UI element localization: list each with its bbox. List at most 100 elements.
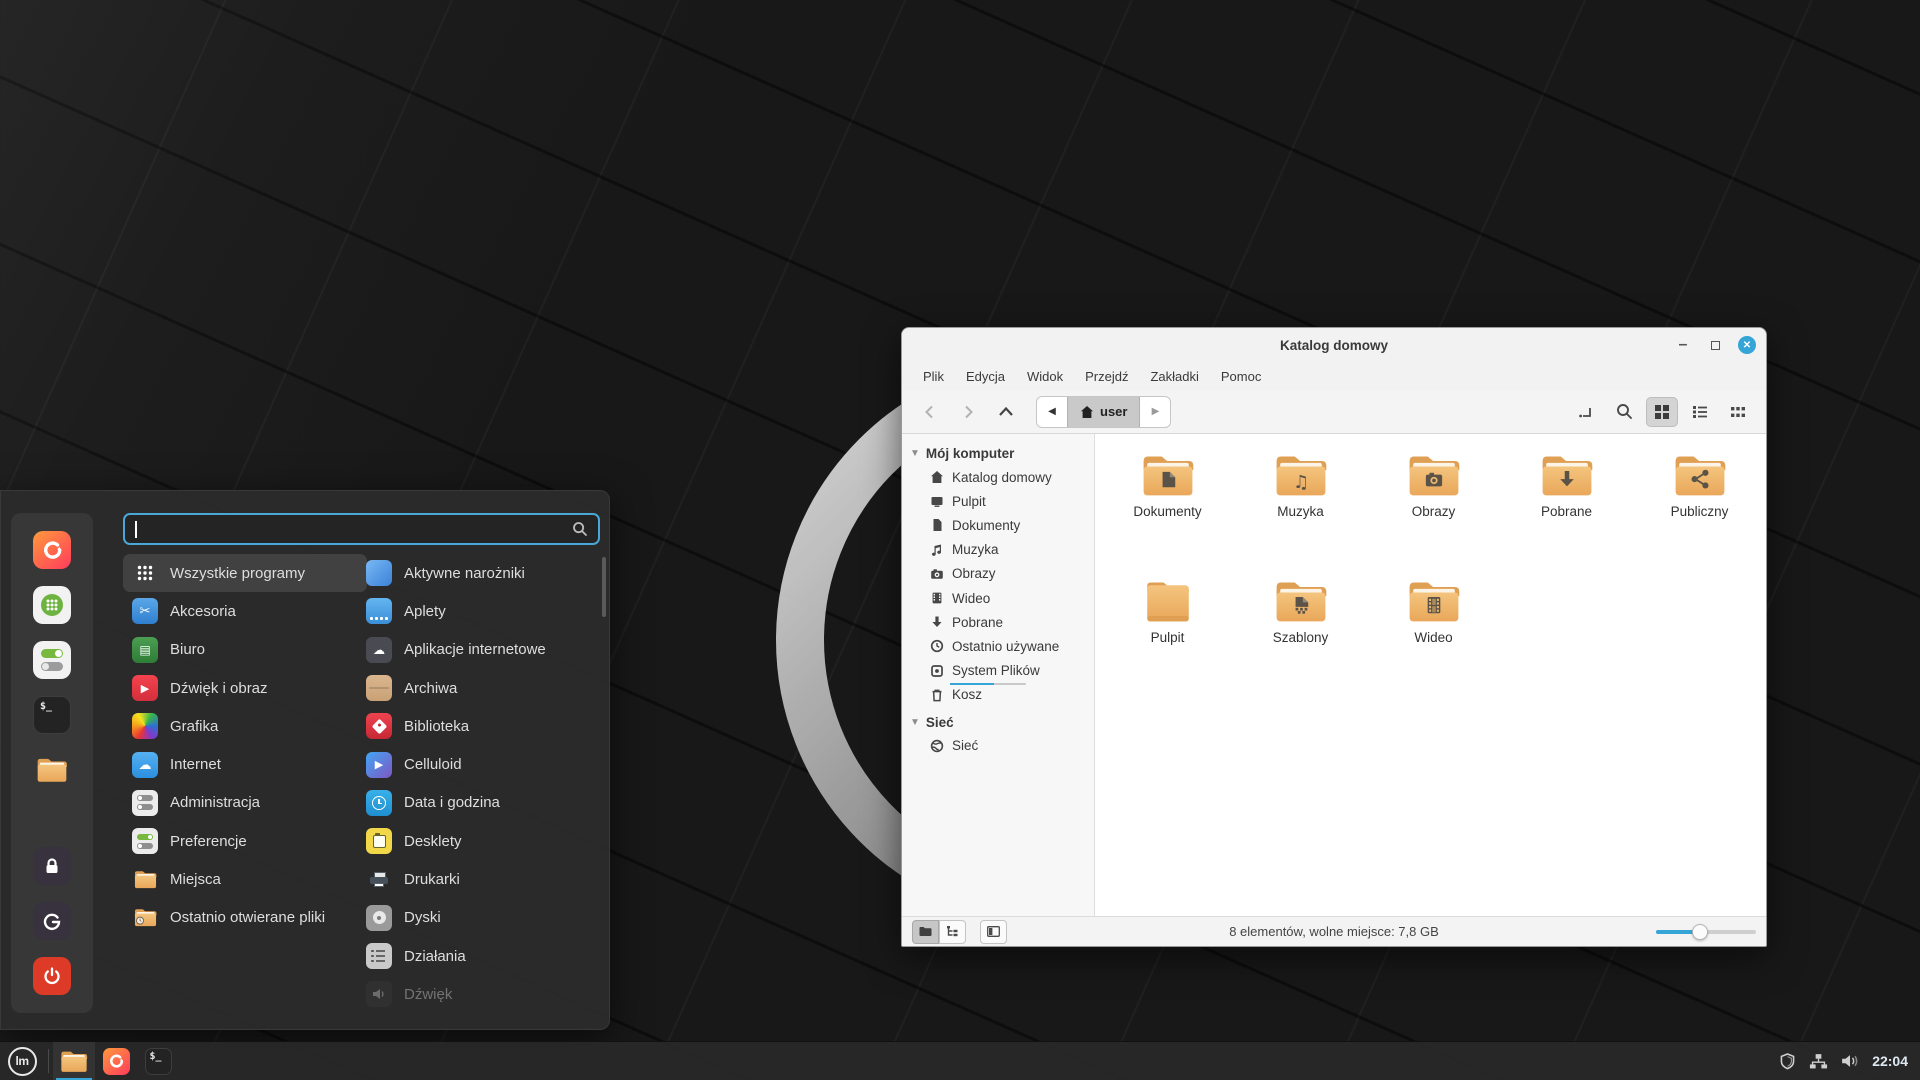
app-archive[interactable]: Archiwa xyxy=(357,669,601,707)
app-webapps[interactable]: ☁ Aplikacje internetowe xyxy=(357,631,601,669)
software-manager-launcher[interactable] xyxy=(33,586,71,624)
window-title: Katalog domowy xyxy=(1279,337,1388,353)
app-printers[interactable]: Drukarki xyxy=(357,860,601,898)
breadcrumb-left-arrow[interactable]: ◀ xyxy=(1037,397,1067,427)
category-graphics[interactable]: Grafika xyxy=(123,707,367,745)
lock-screen-button[interactable] xyxy=(33,847,71,885)
titlebar[interactable]: Katalog domowy – ✕ xyxy=(902,328,1766,362)
network-wired-icon xyxy=(1810,1054,1828,1069)
folder-pobrane[interactable]: Pobrane xyxy=(1500,452,1633,578)
software-manager-icon xyxy=(41,594,63,616)
app-library[interactable]: Biblioteka xyxy=(357,707,601,745)
internet-icon: ☁ xyxy=(132,751,158,778)
category-preferences[interactable]: Preferencje xyxy=(123,822,367,860)
sidebar-item-dokumenty[interactable]: Dokumenty xyxy=(902,513,1094,537)
sidebar-item-siec[interactable]: Sieć xyxy=(902,734,1094,758)
sidebar-item-obrazy[interactable]: Obrazy xyxy=(902,562,1094,586)
menu-edycja[interactable]: Edycja xyxy=(957,366,1014,387)
category-accessories[interactable]: ✂ Akcesoria xyxy=(123,592,367,630)
menu-przejdz[interactable]: Przejdź xyxy=(1076,366,1137,387)
menu-plik[interactable]: Plik xyxy=(914,366,953,387)
close-button[interactable]: ✕ xyxy=(1738,336,1756,354)
network-tray-button[interactable] xyxy=(1809,1053,1828,1069)
sidebar-item-muzyka[interactable]: Muzyka xyxy=(902,538,1094,562)
app-list: Aktywne narożniki Aplety ☁ Aplikacje int… xyxy=(357,554,601,1014)
app-desklets[interactable]: Desklety xyxy=(357,822,601,860)
breadcrumb-right-arrow[interactable]: ▶ xyxy=(1140,397,1170,427)
folder-obrazy[interactable]: Obrazy xyxy=(1367,452,1500,578)
app-actions[interactable]: Działania xyxy=(357,937,601,975)
app-applets[interactable]: Aplety xyxy=(357,592,601,630)
app-celluloid[interactable]: ▶ Celluloid xyxy=(357,745,601,783)
forward-button[interactable] xyxy=(952,397,984,427)
menu-pomoc[interactable]: Pomoc xyxy=(1212,366,1270,387)
taskbar-terminal[interactable]: $_ xyxy=(137,1042,179,1080)
sidebar-item-pulpit[interactable]: Pulpit xyxy=(902,489,1094,513)
taskbar-firefox[interactable] xyxy=(95,1042,137,1080)
lock-screen-icon xyxy=(46,858,58,873)
back-button[interactable] xyxy=(914,397,946,427)
menu-button[interactable]: lm xyxy=(0,1042,44,1080)
file-grid[interactable]: Dokumenty Muzyka Obrazy Pobrane Publiczn… xyxy=(1095,434,1766,916)
sidebar-item-wideo[interactable]: Wideo xyxy=(902,586,1094,610)
sidebar-item-kosz[interactable]: Kosz xyxy=(902,683,1094,707)
sidebar-item-ostatnio-uzywane[interactable]: Ostatnio używane xyxy=(902,634,1094,658)
sidebar-section-my-computer[interactable]: ▼ Mój komputer xyxy=(902,442,1094,465)
grid-view-button[interactable] xyxy=(1646,396,1678,427)
system-settings-launcher[interactable] xyxy=(33,641,71,679)
category-internet[interactable]: ☁ Internet xyxy=(123,745,367,783)
folder-template-icon xyxy=(1272,578,1330,625)
system-settings-icon xyxy=(41,649,63,658)
terminal-launcher[interactable]: $_ xyxy=(33,696,71,734)
firewall-tray-button[interactable] xyxy=(1779,1052,1796,1070)
toggle-location-bar-button[interactable] xyxy=(1570,397,1602,427)
library-icon xyxy=(366,713,392,740)
folder-pulpit[interactable]: Pulpit xyxy=(1101,578,1234,704)
zoom-slider[interactable] xyxy=(1656,923,1756,940)
menu-zakladki[interactable]: Zakładki xyxy=(1141,366,1207,387)
logout-button[interactable] xyxy=(33,902,71,940)
app-hot-corners[interactable]: Aktywne narożniki xyxy=(357,554,601,592)
volume-tray-button[interactable] xyxy=(1841,1053,1859,1069)
menu-widok[interactable]: Widok xyxy=(1018,366,1072,387)
search-input[interactable] xyxy=(123,513,600,545)
panel-clock[interactable]: 22:04 xyxy=(1872,1053,1908,1069)
folder-wideo[interactable]: Wideo xyxy=(1367,578,1500,704)
firefox-launcher[interactable] xyxy=(33,531,71,569)
sidebar-item-system-plikow[interactable]: System Plików xyxy=(902,659,1094,685)
menu-scrollbar[interactable] xyxy=(602,557,606,617)
category-recent-files[interactable]: Ostatnio otwierane pliki xyxy=(123,899,367,937)
compact-view-button[interactable] xyxy=(1722,397,1754,427)
taskbar-files[interactable] xyxy=(53,1041,95,1080)
app-date-time[interactable]: Data i godzina xyxy=(357,784,601,822)
grid-view-icon xyxy=(1655,404,1669,419)
category-all-programs[interactable]: Wszystkie programy xyxy=(123,554,367,593)
category-office[interactable]: ▤ Biuro xyxy=(123,631,367,669)
applets-icon xyxy=(366,598,392,625)
shutdown-button[interactable] xyxy=(33,957,71,995)
sidebar-section-siec[interactable]: ▼ Sieć xyxy=(902,711,1094,734)
sidebar-item-katalog-domowy[interactable]: Katalog domowy xyxy=(902,465,1094,489)
folder-publiczny[interactable]: Publiczny xyxy=(1633,452,1766,578)
folder-dokumenty[interactable]: Dokumenty xyxy=(1101,452,1234,578)
category-administration[interactable]: Administracja xyxy=(123,784,367,822)
audio-video-icon: ▶ xyxy=(132,675,158,702)
folder-szablony[interactable]: Szablony xyxy=(1234,578,1367,704)
breadcrumb-current[interactable]: user xyxy=(1067,396,1141,427)
list-view-button[interactable] xyxy=(1684,397,1716,427)
app-sound[interactable]: Dźwięk xyxy=(357,975,601,1013)
slider-knob[interactable] xyxy=(1692,923,1708,940)
collapse-triangle-icon: ▼ xyxy=(910,448,920,459)
app-disks[interactable]: Dyski xyxy=(357,899,601,937)
sidebar-item-pobrane[interactable]: Pobrane xyxy=(902,610,1094,634)
files-icon xyxy=(59,1049,89,1074)
search-button[interactable] xyxy=(1608,397,1640,427)
files-launcher[interactable] xyxy=(33,751,71,789)
category-places[interactable]: Miejsca xyxy=(123,860,367,898)
up-button[interactable] xyxy=(990,397,1022,427)
sound-icon xyxy=(366,981,392,1008)
minimize-button[interactable]: – xyxy=(1674,336,1692,354)
category-audio-video[interactable]: ▶ Dźwięk i obraz xyxy=(123,669,367,707)
maximize-button[interactable] xyxy=(1706,336,1724,354)
folder-muzyka[interactable]: Muzyka xyxy=(1234,452,1367,578)
